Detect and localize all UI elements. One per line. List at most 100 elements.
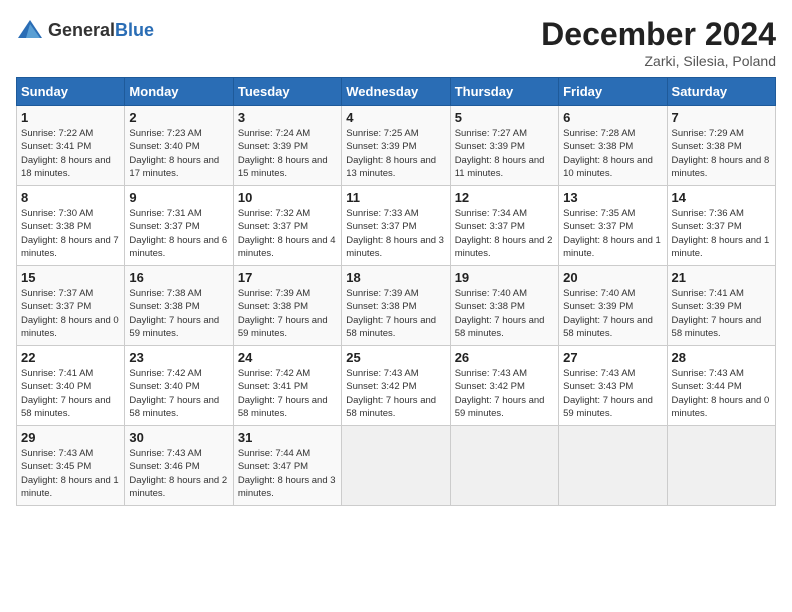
cell-w2-d3: 11 Sunrise: 7:33 AM Sunset: 3:37 PM Dayli… xyxy=(342,186,450,266)
day-info: Sunrise: 7:39 AM Sunset: 3:38 PM Dayligh… xyxy=(238,287,337,340)
day-number: 23 xyxy=(129,350,228,365)
day-number: 10 xyxy=(238,190,337,205)
day-info: Sunrise: 7:40 AM Sunset: 3:39 PM Dayligh… xyxy=(563,287,662,340)
cell-w3-d0: 15 Sunrise: 7:37 AM Sunset: 3:37 PM Dayli… xyxy=(17,266,125,346)
day-number: 18 xyxy=(346,270,445,285)
day-number: 5 xyxy=(455,110,554,125)
cell-w3-d5: 20 Sunrise: 7:40 AM Sunset: 3:39 PM Dayli… xyxy=(559,266,667,346)
cell-w5-d1: 30 Sunrise: 7:43 AM Sunset: 3:46 PM Dayli… xyxy=(125,426,233,506)
cell-w5-d6 xyxy=(667,426,775,506)
day-info: Sunrise: 7:43 AM Sunset: 3:45 PM Dayligh… xyxy=(21,447,120,500)
cell-w3-d2: 17 Sunrise: 7:39 AM Sunset: 3:38 PM Dayli… xyxy=(233,266,341,346)
cell-w4-d5: 27 Sunrise: 7:43 AM Sunset: 3:43 PM Dayli… xyxy=(559,346,667,426)
day-info: Sunrise: 7:22 AM Sunset: 3:41 PM Dayligh… xyxy=(21,127,120,180)
cell-w1-d4: 5 Sunrise: 7:27 AM Sunset: 3:39 PM Daylig… xyxy=(450,106,558,186)
day-info: Sunrise: 7:43 AM Sunset: 3:43 PM Dayligh… xyxy=(563,367,662,420)
col-thursday: Thursday xyxy=(450,78,558,106)
cell-w1-d2: 3 Sunrise: 7:24 AM Sunset: 3:39 PM Daylig… xyxy=(233,106,341,186)
cell-w4-d0: 22 Sunrise: 7:41 AM Sunset: 3:40 PM Dayli… xyxy=(17,346,125,426)
day-info: Sunrise: 7:42 AM Sunset: 3:40 PM Dayligh… xyxy=(129,367,228,420)
week-row-3: 15 Sunrise: 7:37 AM Sunset: 3:37 PM Dayli… xyxy=(17,266,776,346)
cell-w2-d5: 13Sunrise: 7:35 AM Sunset: 3:37 PM Dayli… xyxy=(559,186,667,266)
day-info: Sunrise: 7:43 AM Sunset: 3:46 PM Dayligh… xyxy=(129,447,228,500)
cell-w2-d0: 8 Sunrise: 7:30 AM Sunset: 3:38 PM Daylig… xyxy=(17,186,125,266)
cell-w5-d0: 29 Sunrise: 7:43 AM Sunset: 3:45 PM Dayli… xyxy=(17,426,125,506)
day-number: 24 xyxy=(238,350,337,365)
day-number: 29 xyxy=(21,430,120,445)
cell-w4-d6: 28Sunrise: 7:43 AM Sunset: 3:44 PM Dayli… xyxy=(667,346,775,426)
day-info: Sunrise: 7:24 AM Sunset: 3:39 PM Dayligh… xyxy=(238,127,337,180)
week-row-4: 22 Sunrise: 7:41 AM Sunset: 3:40 PM Dayli… xyxy=(17,346,776,426)
day-number: 3 xyxy=(238,110,337,125)
cell-w4-d2: 24 Sunrise: 7:42 AM Sunset: 3:41 PM Dayli… xyxy=(233,346,341,426)
day-info: Sunrise: 7:35 AM Sunset: 3:37 PM Dayligh… xyxy=(563,207,662,260)
day-info: Sunrise: 7:40 AM Sunset: 3:38 PM Dayligh… xyxy=(455,287,554,340)
day-number: 19 xyxy=(455,270,554,285)
day-number: 8 xyxy=(21,190,120,205)
cell-w1-d1: 2 Sunrise: 7:23 AM Sunset: 3:40 PM Daylig… xyxy=(125,106,233,186)
cell-w5-d2: 31 Sunrise: 7:44 AM Sunset: 3:47 PM Dayli… xyxy=(233,426,341,506)
day-info: Sunrise: 7:23 AM Sunset: 3:40 PM Dayligh… xyxy=(129,127,228,180)
cell-w3-d3: 18 Sunrise: 7:39 AM Sunset: 3:38 PM Dayli… xyxy=(342,266,450,346)
day-number: 15 xyxy=(21,270,120,285)
day-info: Sunrise: 7:29 AM Sunset: 3:38 PM Dayligh… xyxy=(672,127,771,180)
col-friday: Friday xyxy=(559,78,667,106)
day-number: 2 xyxy=(129,110,228,125)
cell-w2-d6: 14Sunrise: 7:36 AM Sunset: 3:37 PM Dayli… xyxy=(667,186,775,266)
day-number: 20 xyxy=(563,270,662,285)
day-info: Sunrise: 7:28 AM Sunset: 3:38 PM Dayligh… xyxy=(563,127,662,180)
day-info: Sunrise: 7:27 AM Sunset: 3:39 PM Dayligh… xyxy=(455,127,554,180)
day-info: Sunrise: 7:41 AM Sunset: 3:40 PM Dayligh… xyxy=(21,367,120,420)
day-info: Sunrise: 7:34 AM Sunset: 3:37 PM Dayligh… xyxy=(455,207,554,260)
day-number: 4 xyxy=(346,110,445,125)
cell-w5-d4 xyxy=(450,426,558,506)
cell-w4-d4: 26 Sunrise: 7:43 AM Sunset: 3:42 PM Dayli… xyxy=(450,346,558,426)
day-number: 30 xyxy=(129,430,228,445)
cell-w2-d2: 10 Sunrise: 7:32 AM Sunset: 3:37 PM Dayli… xyxy=(233,186,341,266)
day-number: 16 xyxy=(129,270,228,285)
day-info: Sunrise: 7:38 AM Sunset: 3:38 PM Dayligh… xyxy=(129,287,228,340)
logo-blue: Blue xyxy=(115,20,154,40)
day-number: 11 xyxy=(346,190,445,205)
day-info: Sunrise: 7:36 AM Sunset: 3:37 PM Dayligh… xyxy=(672,207,771,260)
title-block: December 2024 Zarki, Silesia, Poland xyxy=(541,16,776,69)
cell-w2-d4: 12Sunrise: 7:34 AM Sunset: 3:37 PM Dayli… xyxy=(450,186,558,266)
day-number: 27 xyxy=(563,350,662,365)
day-number: 22 xyxy=(21,350,120,365)
day-number: 7 xyxy=(672,110,771,125)
cell-w4-d1: 23 Sunrise: 7:42 AM Sunset: 3:40 PM Dayli… xyxy=(125,346,233,426)
day-info: Sunrise: 7:37 AM Sunset: 3:37 PM Dayligh… xyxy=(21,287,120,340)
day-info: Sunrise: 7:31 AM Sunset: 3:37 PM Dayligh… xyxy=(129,207,228,260)
logo-icon xyxy=(16,16,44,44)
cell-w1-d0: 1 Sunrise: 7:22 AM Sunset: 3:41 PM Daylig… xyxy=(17,106,125,186)
week-row-2: 8 Sunrise: 7:30 AM Sunset: 3:38 PM Daylig… xyxy=(17,186,776,266)
month-title: December 2024 xyxy=(541,16,776,53)
day-number: 31 xyxy=(238,430,337,445)
cell-w3-d1: 16 Sunrise: 7:38 AM Sunset: 3:38 PM Dayli… xyxy=(125,266,233,346)
day-number: 25 xyxy=(346,350,445,365)
week-row-5: 29 Sunrise: 7:43 AM Sunset: 3:45 PM Dayli… xyxy=(17,426,776,506)
logo-text: GeneralBlue xyxy=(48,20,154,41)
calendar-table: Sunday Monday Tuesday Wednesday Thursday… xyxy=(16,77,776,506)
day-number: 1 xyxy=(21,110,120,125)
day-info: Sunrise: 7:42 AM Sunset: 3:41 PM Dayligh… xyxy=(238,367,337,420)
day-info: Sunrise: 7:43 AM Sunset: 3:42 PM Dayligh… xyxy=(346,367,445,420)
day-number: 17 xyxy=(238,270,337,285)
cell-w3-d6: 21Sunrise: 7:41 AM Sunset: 3:39 PM Dayli… xyxy=(667,266,775,346)
col-saturday: Saturday xyxy=(667,78,775,106)
col-tuesday: Tuesday xyxy=(233,78,341,106)
cell-w4-d3: 25 Sunrise: 7:43 AM Sunset: 3:42 PM Dayli… xyxy=(342,346,450,426)
day-info: Sunrise: 7:43 AM Sunset: 3:42 PM Dayligh… xyxy=(455,367,554,420)
calendar-header-row: Sunday Monday Tuesday Wednesday Thursday… xyxy=(17,78,776,106)
page-header: GeneralBlue December 2024 Zarki, Silesia… xyxy=(16,16,776,69)
day-info: Sunrise: 7:39 AM Sunset: 3:38 PM Dayligh… xyxy=(346,287,445,340)
day-info: Sunrise: 7:30 AM Sunset: 3:38 PM Dayligh… xyxy=(21,207,120,260)
cell-w1-d6: 7 Sunrise: 7:29 AM Sunset: 3:38 PM Daylig… xyxy=(667,106,775,186)
day-number: 26 xyxy=(455,350,554,365)
day-info: Sunrise: 7:41 AM Sunset: 3:39 PM Dayligh… xyxy=(672,287,771,340)
col-wednesday: Wednesday xyxy=(342,78,450,106)
day-info: Sunrise: 7:44 AM Sunset: 3:47 PM Dayligh… xyxy=(238,447,337,500)
day-info: Sunrise: 7:32 AM Sunset: 3:37 PM Dayligh… xyxy=(238,207,337,260)
cell-w1-d5: 6Sunrise: 7:28 AM Sunset: 3:38 PM Daylig… xyxy=(559,106,667,186)
day-info: Sunrise: 7:33 AM Sunset: 3:37 PM Dayligh… xyxy=(346,207,445,260)
